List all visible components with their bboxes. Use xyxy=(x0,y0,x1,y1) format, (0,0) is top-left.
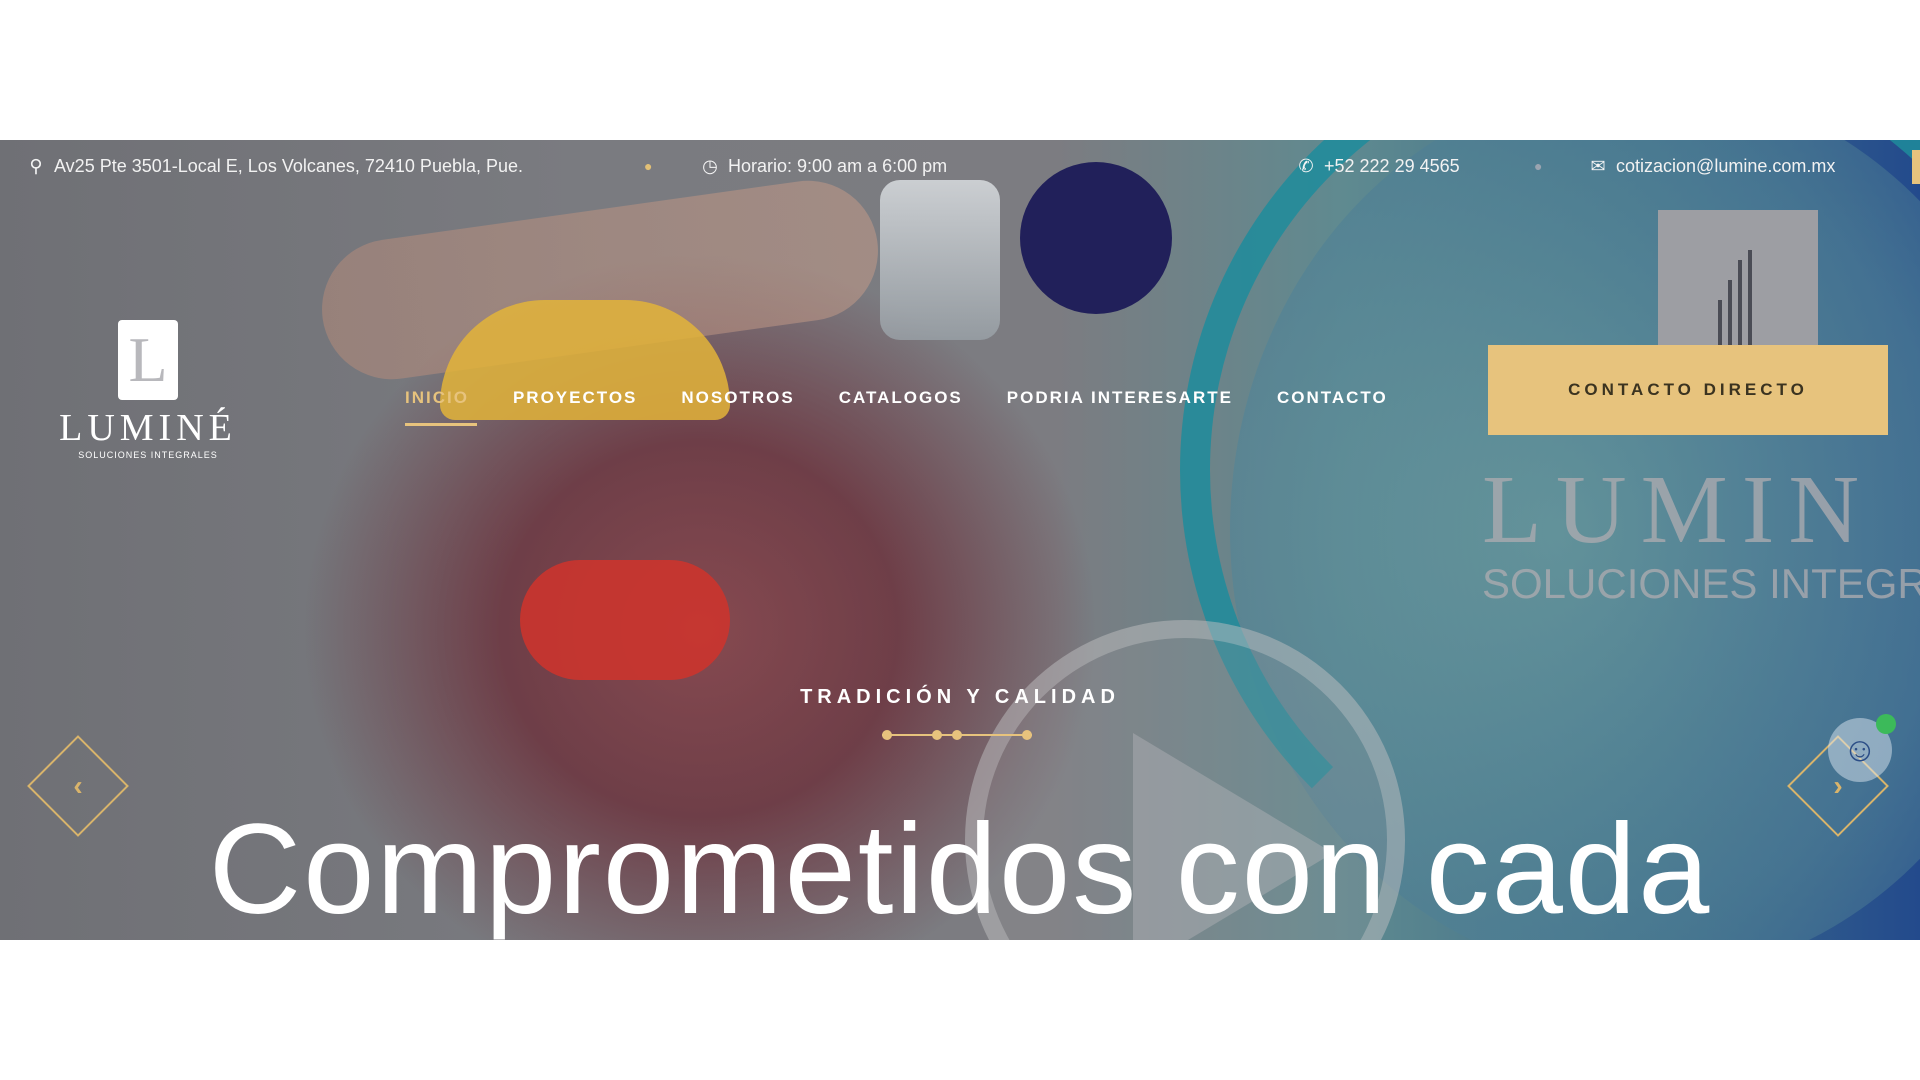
address-info: ⚲ Av25 Pte 3501-Local E, Los Volcanes, 7… xyxy=(26,156,523,177)
nav-item-inicio[interactable]: INICIO xyxy=(405,385,477,426)
hero-background-brand: LUMIN SOLUCIONES INTEGRA xyxy=(1482,460,1920,607)
slide-tagline: TRADICIÓN Y CALIDAD xyxy=(800,686,1120,708)
envelope-icon: ✉ xyxy=(1590,156,1606,176)
phone-icon: ✆ xyxy=(1298,156,1314,176)
nav-item-proyectos[interactable]: PROYECTOS xyxy=(513,385,637,425)
separator-dot: ● xyxy=(644,158,653,174)
hero-image-earmuff xyxy=(520,560,730,680)
hero-slider: LUMIN SOLUCIONES INTEGRA ⚲ Av25 Pte 3501… xyxy=(0,140,1920,940)
main-nav: INICIO PROYECTOS NOSOTROS CATALOGOS PODR… xyxy=(405,385,1432,426)
map-pin-icon: ⚲ xyxy=(29,156,43,176)
logo-mark-icon xyxy=(118,320,178,400)
contact-direct-button[interactable]: CONTACTO DIRECTO xyxy=(1488,345,1888,435)
nav-item-catalogos[interactable]: CATALOGOS xyxy=(839,385,963,425)
hours-text: Horario: 9:00 am a 6:00 pm xyxy=(728,156,948,176)
logo-name: LUMINÉ xyxy=(59,407,237,449)
phone-link[interactable]: ✆ +52 222 29 4565 xyxy=(1296,156,1460,177)
phone-text: +52 222 29 4565 xyxy=(1324,156,1460,176)
separator-dot: ● xyxy=(1534,158,1543,174)
nav-item-contacto[interactable]: CONTACTO xyxy=(1277,385,1388,425)
address-text: Av25 Pte 3501-Local E, Los Volcanes, 724… xyxy=(54,156,524,176)
top-info-bar: ⚲ Av25 Pte 3501-Local E, Los Volcanes, 7… xyxy=(0,140,1920,196)
hours-info: ◷ Horario: 9:00 am a 6:00 pm xyxy=(700,156,947,177)
site-logo[interactable]: LUMINÉ SOLUCIONES INTEGRALES xyxy=(58,320,238,460)
chevron-left-icon: ‹ xyxy=(73,770,83,801)
email-text: cotizacion@lumine.com.mx xyxy=(1616,156,1836,176)
nav-item-podria-interesarte[interactable]: PODRIA INTERESARTE xyxy=(1007,385,1233,425)
email-link[interactable]: ✉ cotizacion@lumine.com.mx xyxy=(1588,156,1835,177)
chat-widget-icon[interactable]: ☺ xyxy=(1828,714,1896,782)
slide-headline: Comprometidos con cada xyxy=(208,798,1712,940)
logo-subtitle: SOLUCIONES INTEGRALES xyxy=(78,450,218,460)
topbar-accent xyxy=(1912,150,1920,184)
clock-icon: ◷ xyxy=(702,156,718,176)
hero-building-image xyxy=(1658,210,1818,360)
hero-image-lamp xyxy=(880,180,1000,340)
tagline-divider xyxy=(882,728,1032,742)
nav-item-nosotros[interactable]: NOSOTROS xyxy=(681,385,794,425)
